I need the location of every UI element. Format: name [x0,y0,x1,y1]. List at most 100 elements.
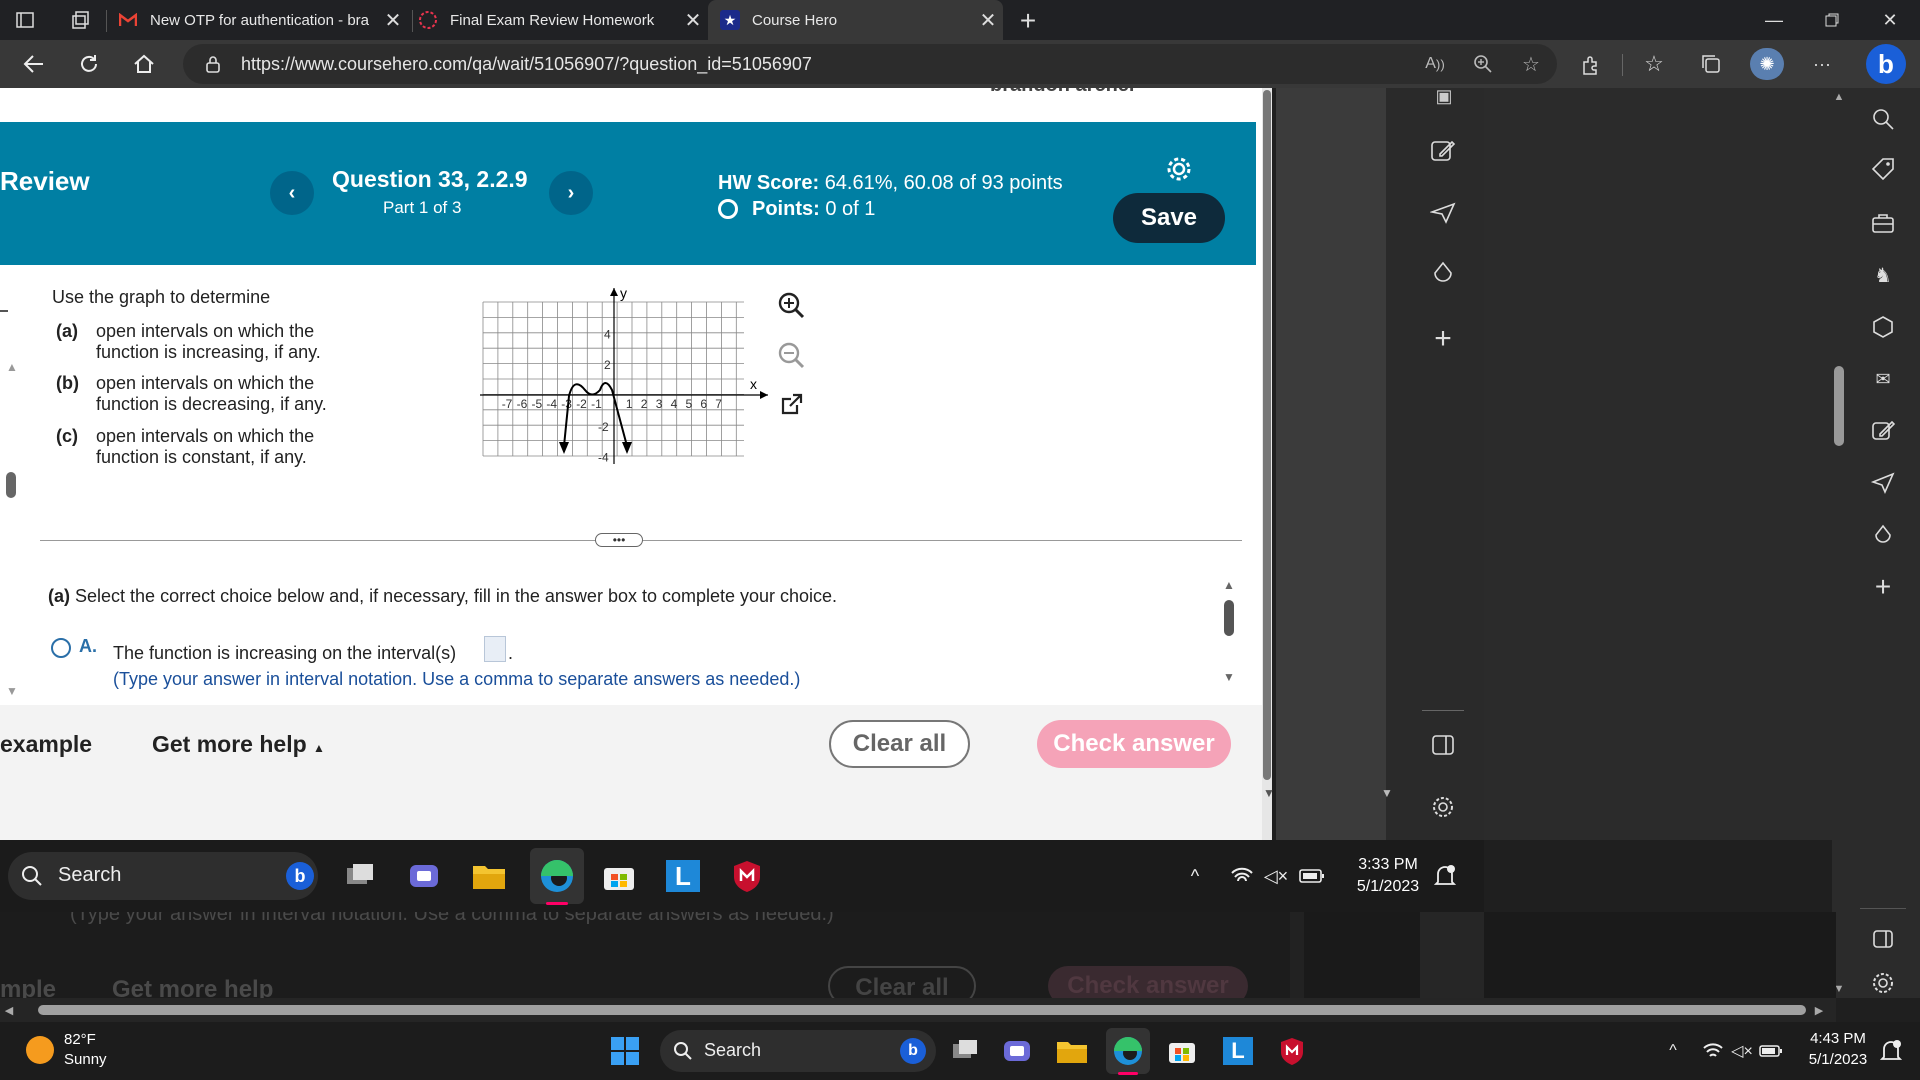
taskbar-search-box[interactable]: Search b [660,1030,936,1072]
mcafee-icon[interactable] [728,858,766,894]
battery-icon[interactable] [1758,1038,1784,1064]
send-icon[interactable] [1868,468,1898,498]
store-icon[interactable] [1164,1034,1200,1068]
page-scrollbar-thumb[interactable] [1834,366,1844,446]
sidebar-settings-icon[interactable] [1428,792,1458,822]
check-answer-button[interactable]: Check answer [1037,720,1231,768]
clock[interactable]: 4:43 PM 5/1/2023 [1794,1028,1882,1070]
scroll-down-icon[interactable]: ▼ [5,684,19,698]
edge-taskbar-icon[interactable] [1106,1028,1150,1074]
compose-icon[interactable] [1868,416,1898,446]
inner-search-box[interactable]: Search b [8,852,318,900]
sidebar-settings-icon[interactable] [1868,968,1898,998]
horizontal-scrollbar-thumb[interactable] [38,1005,1806,1015]
clear-all-button[interactable]: Clear all [829,720,970,768]
scroll-left-icon[interactable]: ◀ [2,1003,16,1017]
notifications-icon[interactable] [1432,862,1458,890]
view-example-link[interactable]: example [0,731,92,758]
extensions-icon[interactable] [1578,52,1604,78]
shopping-tag-icon[interactable] [1868,154,1898,184]
favorites-icon[interactable]: ☆ [1640,51,1668,77]
clock[interactable]: 3:33 PM 5/1/2023 [1340,854,1436,898]
wifi-icon[interactable] [1228,862,1256,890]
task-view-icon[interactable] [948,1034,982,1068]
outlook-icon[interactable]: ✉ [1868,364,1898,394]
volume-muted-icon[interactable]: ◁× [1262,862,1290,890]
show-hidden-icons[interactable]: ^ [1183,864,1207,888]
page-scroll-up-icon[interactable]: ▲ [1832,90,1846,104]
send-icon[interactable] [1428,198,1458,228]
zoom-in-icon[interactable] [776,290,806,320]
option-a-radio[interactable] [51,638,71,658]
profile-avatar[interactable]: ✺ [1750,48,1784,80]
next-question-button[interactable]: › [549,171,593,215]
teams-chat-icon[interactable] [406,858,442,894]
previous-question-button[interactable]: ‹ [270,171,314,215]
save-button[interactable]: Save [1113,193,1225,243]
new-tab-icon[interactable]: + [1013,5,1043,36]
resize-handle[interactable]: ••• [595,533,643,547]
inner-scroll-down-icon[interactable]: ▼ [1380,786,1394,800]
drop-icon[interactable] [1868,520,1898,550]
teams-chat-icon[interactable] [1000,1034,1034,1068]
get-more-help-menu[interactable]: Get more help ▲ [152,731,325,758]
close-tab-icon[interactable]: ✕ [973,8,1003,33]
drop-icon[interactable] [1428,258,1458,288]
edge-taskbar-icon[interactable] [530,848,584,904]
left-scrollbar-thumb[interactable] [6,472,16,498]
add-sidebar-app-icon[interactable]: + [1868,571,1898,602]
office-icon[interactable] [1868,312,1898,342]
settings-gear-icon[interactable] [1164,154,1194,184]
tab-homework[interactable]: Final Exam Review Homework ✕ [418,0,708,40]
notifications-icon[interactable] [1878,1038,1904,1064]
part-scroll-down-icon[interactable]: ▼ [1222,670,1236,684]
scroll-right-icon[interactable]: ▶ [1812,1003,1826,1017]
bing-chat-icon[interactable]: b [1866,44,1906,84]
start-icon[interactable] [608,1034,642,1068]
battery-icon[interactable] [1298,862,1326,890]
home-icon[interactable] [124,44,164,84]
zoom-icon[interactable] [1471,53,1495,75]
tools-briefcase-icon[interactable] [1868,208,1898,238]
interval-answer-box[interactable] [484,636,506,662]
image-creator-icon[interactable]: ▣ [1430,86,1458,106]
scroll-up-icon[interactable]: ▲ [5,360,19,374]
show-hidden-icons[interactable]: ^ [1662,1040,1684,1062]
read-aloud-icon[interactable]: A)) [1423,53,1447,75]
weather-widget[interactable]: 82°F Sunny [64,1030,107,1070]
file-explorer-icon[interactable] [470,858,508,894]
minimize-icon[interactable]: — [1746,0,1802,40]
url-field[interactable]: https://www.coursehero.com/qa/wait/51056… [183,44,1557,84]
back-icon[interactable] [14,44,54,84]
tab-gmail[interactable]: New OTP for authentication - bra ✕ [118,0,408,40]
lock-icon[interactable] [203,54,223,74]
content-scrollbar-thumb[interactable] [1263,90,1271,780]
add-sidebar-app-icon[interactable]: + [1428,322,1458,355]
workspaces-icon[interactable] [70,9,92,31]
file-explorer-icon[interactable] [1054,1034,1090,1068]
content-scroll-down-icon[interactable]: ▼ [1262,786,1276,800]
collections-icon[interactable] [1697,51,1725,77]
hide-sidebar-icon[interactable] [1868,924,1898,954]
tab-coursehero[interactable]: ★ Course Hero ✕ [708,0,1003,40]
weather-sun-icon[interactable] [26,1036,54,1064]
add-favorite-icon[interactable]: ☆ [1519,53,1543,76]
hide-sidebar-icon[interactable] [1428,730,1458,760]
close-window-icon[interactable]: ✕ [1862,0,1918,40]
part-scrollbar-thumb[interactable] [1224,600,1234,636]
volume-muted-icon[interactable]: ◁× [1728,1038,1756,1064]
restore-icon[interactable] [1804,0,1860,40]
zoom-out-icon[interactable] [776,340,806,370]
close-tab-icon[interactable]: ✕ [378,8,408,33]
task-view-icon[interactable] [342,858,378,894]
close-tab-icon[interactable]: ✕ [678,8,708,33]
l-app-icon[interactable]: L [664,858,702,894]
store-icon[interactable] [600,858,638,894]
l-app-icon[interactable]: L [1220,1034,1256,1068]
part-scroll-up-icon[interactable]: ▲ [1222,578,1236,592]
compose-icon[interactable] [1428,136,1458,166]
more-menu-icon[interactable]: ··· [1808,51,1836,77]
sidebar-search-icon[interactable] [1868,104,1898,134]
mcafee-icon[interactable] [1274,1034,1310,1068]
refresh-icon[interactable] [69,44,109,84]
